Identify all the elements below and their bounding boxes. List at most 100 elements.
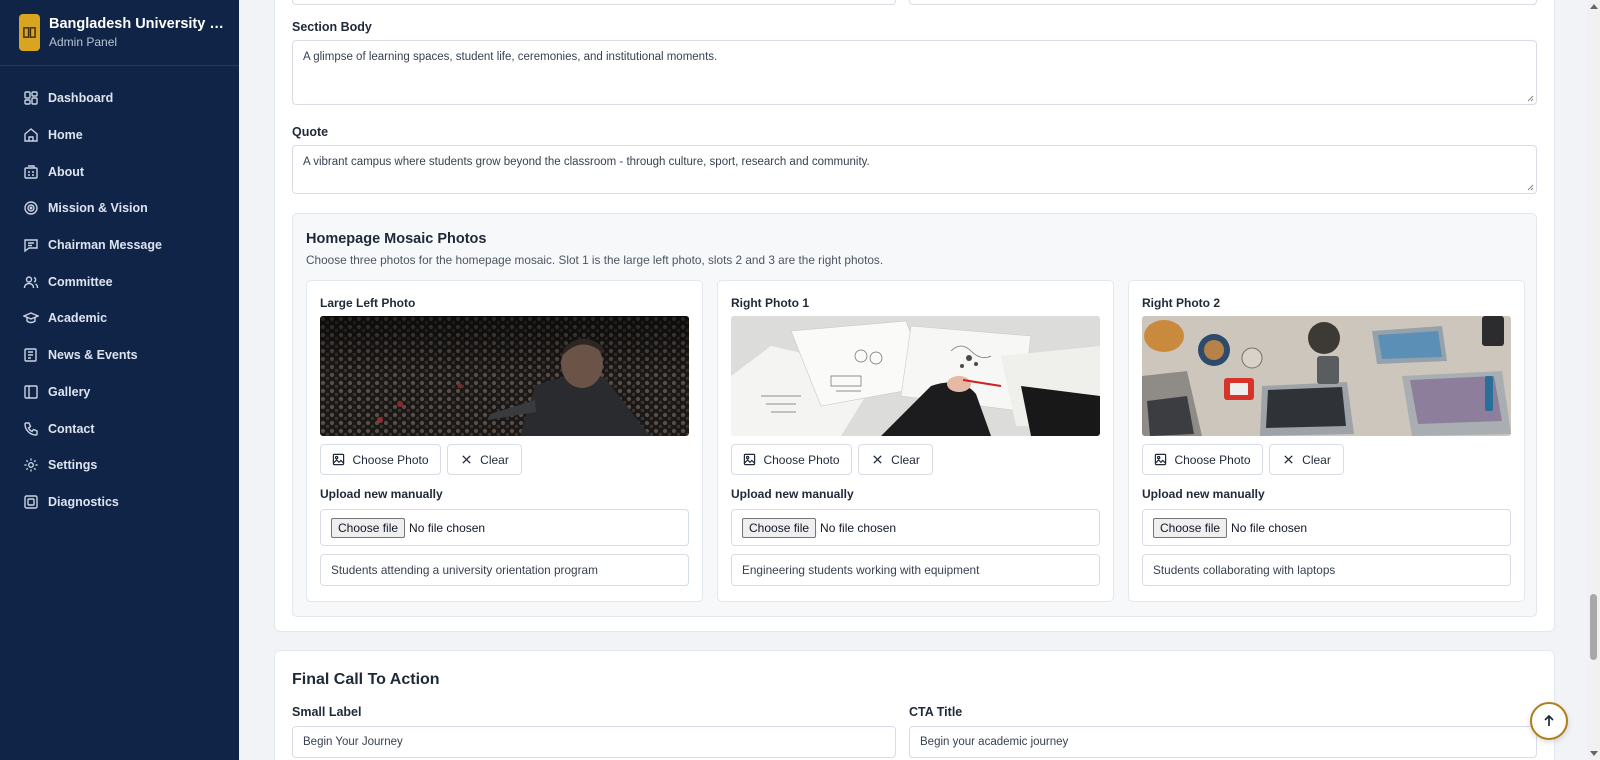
photo-caption-value: Engineering students working with equipm… (742, 563, 980, 577)
graduation-cap-icon (23, 312, 39, 324)
mosaic-title: Homepage Mosaic Photos (306, 231, 487, 247)
quote-value: A vibrant campus where students grow bey… (303, 156, 870, 168)
small-label-label: Small Label (292, 705, 362, 719)
photo-caption-value: Students collaborating with laptops (1153, 563, 1336, 577)
photo-caption-input[interactable]: Engineering students working with equipm… (731, 554, 1100, 586)
sidebar-item-label: About (48, 164, 85, 179)
users-icon (23, 276, 39, 288)
sidebar-item-gallery[interactable]: Gallery (0, 374, 239, 411)
previous-field-right[interactable] (909, 0, 1537, 5)
sidebar-item-dashboard[interactable]: Dashboard (0, 80, 239, 117)
sidebar-item-label: Contact (48, 421, 95, 436)
scroll-down-arrow-icon[interactable] (1590, 751, 1598, 756)
slot-photo-preview (731, 316, 1100, 436)
upload-manual-label: Upload new manually (731, 487, 854, 501)
choose-file-button[interactable]: Choose file (1153, 517, 1228, 538)
mosaic-slot-right-2: Right Photo 2 Choose Photo Clear Upload … (1128, 280, 1525, 602)
choose-file-button[interactable]: Choose file (742, 517, 817, 538)
cta-title-label: CTA Title (909, 705, 963, 719)
upload-manual-label: Upload new manually (320, 487, 443, 501)
slot-title: Large Left Photo (320, 296, 416, 310)
final-cta-card: Final Call To Action Small Label Begin Y… (274, 650, 1555, 760)
scroll-to-top-button[interactable] (1530, 702, 1568, 740)
gear-icon (24, 458, 38, 472)
sidebar: Bangladesh University of... Admin Panel … (0, 0, 239, 760)
diagnostics-icon (24, 495, 38, 509)
clear-label: Clear (891, 452, 920, 467)
cta-title-input[interactable]: Begin your academic journey (909, 726, 1537, 758)
cta-title-value: Begin your academic journey (920, 736, 1069, 748)
mosaic-slot-large-left: Large Left Photo Choose Photo Clear Uplo… (306, 280, 703, 602)
slot-title: Right Photo 2 (1142, 296, 1220, 310)
message-icon (24, 239, 38, 253)
close-icon (873, 455, 882, 464)
clear-photo-button[interactable]: Clear (1269, 444, 1344, 475)
brand-subtitle: Admin Panel (49, 35, 118, 49)
section-body-value: A glimpse of learning spaces, student li… (303, 51, 718, 63)
clear-photo-button[interactable]: Clear (447, 444, 522, 475)
sidebar-item-chairman-message[interactable]: Chairman Message (0, 227, 239, 264)
sidebar-item-settings[interactable]: Settings (0, 447, 239, 484)
sidebar-item-home[interactable]: Home (0, 117, 239, 154)
sidebar-item-about[interactable]: About (0, 153, 239, 190)
sidebar-item-label: Home (48, 128, 83, 143)
slot-photo-preview (1142, 316, 1511, 436)
slot-photo-preview (320, 316, 689, 436)
sidebar-item-label: Academic (48, 311, 108, 326)
previous-field-left[interactable] (292, 0, 896, 5)
sidebar-item-label: Mission & Vision (48, 201, 148, 216)
sidebar-item-label: Gallery (48, 384, 91, 399)
quote-textarea[interactable]: A vibrant campus where students grow bey… (292, 145, 1537, 194)
sidebar-item-committee[interactable]: Committee (0, 263, 239, 300)
photo-caption-input[interactable]: Students attending a university orientat… (320, 554, 689, 586)
sidebar-item-label: News & Events (48, 348, 138, 363)
clear-photo-button[interactable]: Clear (858, 444, 933, 475)
small-label-input[interactable]: Begin Your Journey (292, 726, 896, 758)
scroll-up-arrow-icon[interactable] (1590, 4, 1598, 9)
close-icon (1284, 455, 1293, 464)
resize-handle-icon[interactable] (1526, 183, 1534, 191)
choose-photo-button[interactable]: Choose Photo (1142, 444, 1263, 475)
section-body-label: Section Body (292, 20, 372, 34)
dashboard-icon (24, 91, 38, 106)
file-status: No file chosen (1231, 520, 1308, 535)
homepage-mosaic-panel: Homepage Mosaic Photos Choose three phot… (292, 213, 1537, 617)
main-content: Section Body A glimpse of learning space… (239, 0, 1600, 760)
sidebar-item-label: Settings (48, 458, 98, 473)
page-scrollbar[interactable] (1587, 0, 1600, 760)
slot-title: Right Photo 1 (731, 296, 809, 310)
photo-caption-input[interactable]: Students collaborating with laptops (1142, 554, 1511, 586)
choose-file-button[interactable]: Choose file (331, 517, 406, 538)
mosaic-slot-right-1: Right Photo 1 Choose Photo Clear Upload … (717, 280, 1114, 602)
resize-handle-icon[interactable] (1526, 94, 1534, 102)
sidebar-item-label: Committee (48, 274, 113, 289)
image-icon (1155, 453, 1167, 466)
choose-photo-button[interactable]: Choose Photo (320, 444, 441, 475)
file-input[interactable]: Choose file No file chosen (320, 509, 689, 546)
quote-label: Quote (292, 125, 329, 139)
gallery-section-card: Section Body A glimpse of learning space… (274, 0, 1555, 632)
sidebar-item-label: Diagnostics (48, 494, 119, 509)
image-icon (744, 453, 756, 466)
sidebar-item-academic[interactable]: Academic (0, 300, 239, 337)
file-input[interactable]: Choose file No file chosen (731, 509, 1100, 546)
sidebar-item-mission-vision[interactable]: Mission & Vision (0, 190, 239, 227)
sidebar-item-news-events[interactable]: News & Events (0, 337, 239, 374)
sidebar-nav: Dashboard Home About Mission & Vision Ch… (0, 66, 239, 520)
file-status: No file chosen (409, 520, 486, 535)
brand-header[interactable]: Bangladesh University of... Admin Panel (0, 0, 239, 66)
choose-photo-button[interactable]: Choose Photo (731, 444, 852, 475)
image-icon (333, 453, 345, 466)
scrollbar-thumb[interactable] (1590, 594, 1597, 660)
file-input[interactable]: Choose file No file chosen (1142, 509, 1511, 546)
section-body-textarea[interactable]: A glimpse of learning spaces, student li… (292, 40, 1537, 105)
photo-caption-value: Students attending a university orientat… (331, 563, 598, 577)
file-status: No file chosen (820, 520, 897, 535)
newspaper-icon (24, 348, 37, 362)
small-label-value: Begin Your Journey (303, 736, 403, 748)
sidebar-item-contact[interactable]: Contact (0, 410, 239, 447)
sidebar-item-diagnostics[interactable]: Diagnostics (0, 484, 239, 521)
choose-photo-label: Choose Photo (352, 452, 429, 467)
phone-icon (24, 421, 38, 436)
cta-section-title: Final Call To Action (292, 671, 440, 688)
